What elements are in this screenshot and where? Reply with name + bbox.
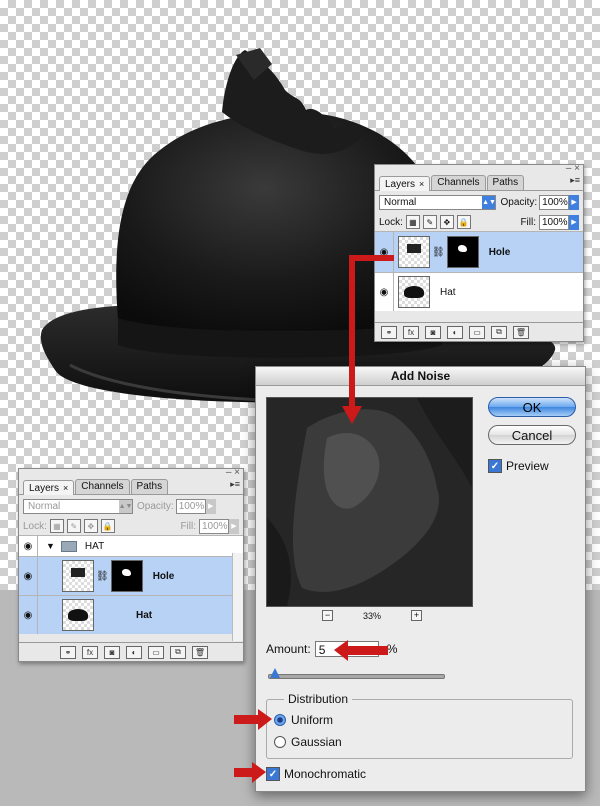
arrow-monochromatic-icon (252, 762, 266, 783)
annotation-arrows (234, 255, 394, 783)
arrow-uniform-icon (258, 709, 272, 730)
arrow-amount-icon (334, 640, 348, 661)
arrow-preview-icon (342, 406, 362, 424)
